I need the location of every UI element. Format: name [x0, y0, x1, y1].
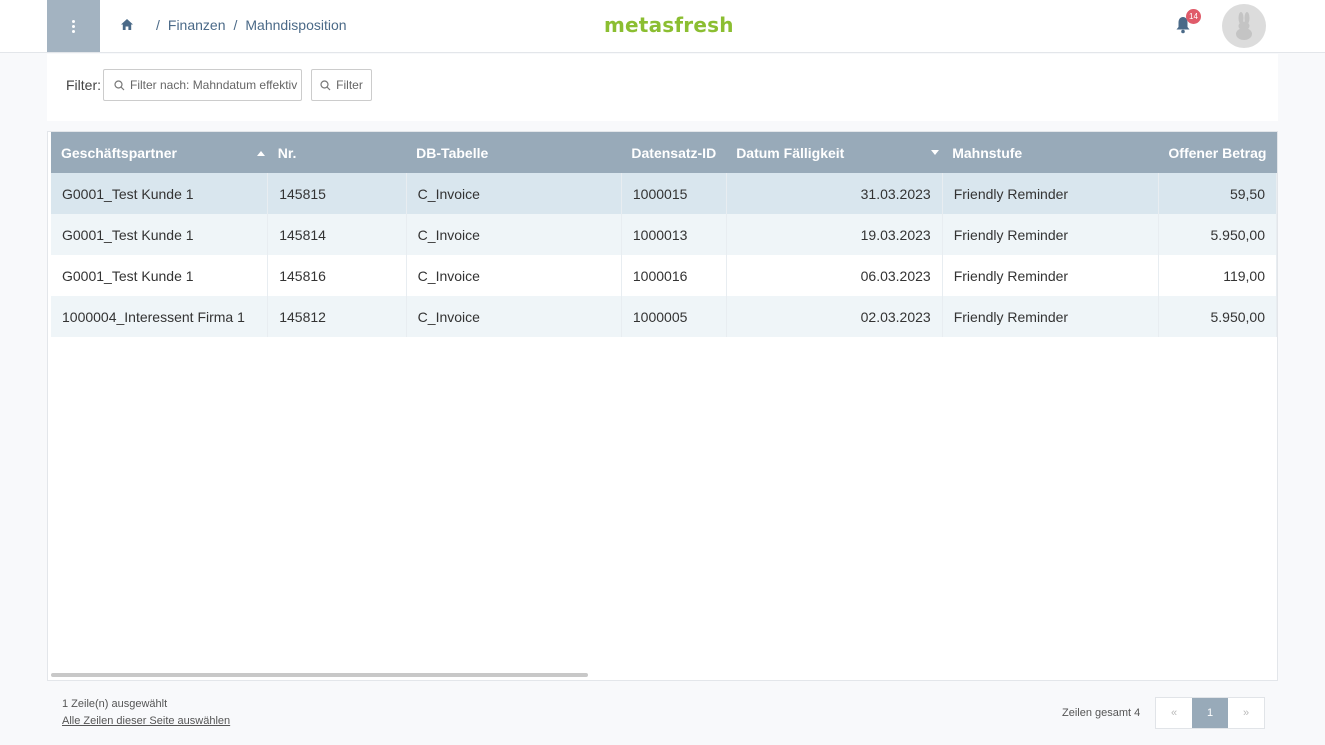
breadcrumb-separator: /	[233, 17, 238, 33]
cell-geschaeftspartner[interactable]: G0001_Test Kunde 1	[51, 173, 269, 214]
cell-db-tabelle[interactable]: C_Invoice	[406, 214, 622, 255]
selection-info: 1 Zeile(n) ausgewählt	[62, 698, 168, 710]
cell-offener-betrag[interactable]: 5.950,00	[1158, 296, 1277, 337]
search-icon	[320, 79, 331, 90]
table-header-row: Geschäftspartner Nr. DB-Tabelle Datensat…	[51, 132, 1277, 173]
home-icon[interactable]	[119, 17, 135, 33]
cell-datensatz-id[interactable]: 1000015	[621, 173, 727, 214]
pagination-page-button[interactable]: 1	[1192, 698, 1228, 728]
data-table-container: Geschäftspartner Nr. DB-Tabelle Datensat…	[47, 131, 1278, 681]
column-header-mahnstufe[interactable]: Mahnstufe	[942, 132, 1159, 173]
column-header-label: DB-Tabelle	[416, 144, 489, 161]
column-header-label: Nr.	[277, 144, 297, 161]
filter-button[interactable]: Filter	[311, 69, 372, 101]
more-vertical-icon	[72, 19, 75, 33]
cell-datensatz-id[interactable]: 1000016	[621, 255, 727, 296]
cell-datum-faelligkeit[interactable]: 31.03.2023	[726, 173, 943, 214]
app-header: / Finanzen / Mahndisposition metasfresh …	[0, 0, 1325, 53]
sort-descending-icon	[931, 150, 940, 155]
horizontal-scrollbar[interactable]	[51, 673, 588, 677]
table-row[interactable]: G0001_Test Kunde 1 145816 C_Invoice 1000…	[51, 255, 1277, 296]
table-row[interactable]: 1000004_Interessent Firma 1 145812 C_Inv…	[51, 296, 1277, 337]
breadcrumb-separator: /	[156, 17, 160, 33]
column-header-label: Mahnstufe	[952, 144, 1023, 161]
rabbit-icon	[1236, 12, 1252, 40]
column-header-label: Offener Betrag	[1168, 144, 1267, 161]
data-table: Geschäftspartner Nr. DB-Tabelle Datensat…	[51, 132, 1277, 337]
cell-mahnstufe[interactable]: Friendly Reminder	[942, 173, 1159, 214]
cell-geschaeftspartner[interactable]: 1000004_Interessent Firma 1	[51, 296, 269, 337]
pagination: « 1 »	[1155, 697, 1265, 729]
column-header-label: Geschäftspartner	[61, 144, 177, 161]
cell-datum-faelligkeit[interactable]: 19.03.2023	[726, 214, 943, 255]
filter-search-placeholder: Filter nach: Mahndatum effektiv	[130, 78, 298, 92]
filter-label: Filter:	[66, 77, 101, 93]
pagination-next-button[interactable]: »	[1228, 698, 1264, 728]
filter-bar: Filter: Filter nach: Mahndatum effektiv …	[47, 54, 1278, 121]
pagination-prev-button[interactable]: «	[1156, 698, 1192, 728]
cell-datum-faelligkeit[interactable]: 02.03.2023	[726, 296, 943, 337]
avatar[interactable]	[1222, 4, 1266, 48]
menu-button[interactable]	[47, 0, 100, 52]
cell-mahnstufe[interactable]: Friendly Reminder	[942, 214, 1159, 255]
column-header-geschaeftspartner[interactable]: Geschäftspartner	[51, 132, 268, 173]
cell-offener-betrag[interactable]: 5.950,00	[1158, 214, 1277, 255]
filter-search-input[interactable]: Filter nach: Mahndatum effektiv	[103, 69, 302, 101]
table-row[interactable]: G0001_Test Kunde 1 145814 C_Invoice 1000…	[51, 214, 1277, 255]
cell-datensatz-id[interactable]: 1000013	[621, 214, 727, 255]
app-logo: metasfresh	[604, 13, 734, 37]
table-row[interactable]: G0001_Test Kunde 1 145815 C_Invoice 1000…	[51, 173, 1277, 214]
column-header-datensatz-id[interactable]: Datensatz-ID	[621, 132, 727, 173]
notification-badge: 14	[1186, 9, 1201, 24]
cell-nr[interactable]: 145815	[267, 173, 407, 214]
sort-ascending-icon	[256, 151, 265, 156]
breadcrumb-item-mahndisposition[interactable]: Mahndisposition	[245, 17, 346, 33]
cell-offener-betrag[interactable]: 59,50	[1158, 173, 1277, 214]
cell-nr[interactable]: 145812	[267, 296, 407, 337]
total-rows: Zeilen gesamt 4	[1062, 707, 1141, 719]
cell-mahnstufe[interactable]: Friendly Reminder	[942, 296, 1159, 337]
breadcrumb: / Finanzen / Mahndisposition	[156, 17, 347, 33]
cell-db-tabelle[interactable]: C_Invoice	[406, 255, 622, 296]
cell-datensatz-id[interactable]: 1000005	[621, 296, 727, 337]
cell-nr[interactable]: 145814	[267, 214, 407, 255]
cell-db-tabelle[interactable]: C_Invoice	[406, 173, 622, 214]
cell-geschaeftspartner[interactable]: G0001_Test Kunde 1	[51, 255, 269, 296]
cell-mahnstufe[interactable]: Friendly Reminder	[942, 255, 1159, 296]
column-header-datum-faelligkeit[interactable]: Datum Fälligkeit	[726, 132, 943, 173]
search-icon	[114, 79, 125, 90]
column-header-db-tabelle[interactable]: DB-Tabelle	[406, 132, 622, 173]
select-all-link[interactable]: Alle Zeilen dieser Seite auswählen	[62, 715, 230, 727]
cell-datum-faelligkeit[interactable]: 06.03.2023	[726, 255, 943, 296]
cell-nr[interactable]: 145816	[267, 255, 407, 296]
filter-button-label: Filter	[336, 78, 363, 92]
column-header-label: Datensatz-ID	[631, 144, 717, 161]
column-header-offener-betrag[interactable]: Offener Betrag	[1158, 132, 1277, 173]
cell-db-tabelle[interactable]: C_Invoice	[406, 296, 622, 337]
cell-offener-betrag[interactable]: 119,00	[1158, 255, 1277, 296]
column-header-nr[interactable]: Nr.	[267, 132, 407, 173]
breadcrumb-item-finanzen[interactable]: Finanzen	[168, 17, 226, 33]
cell-geschaeftspartner[interactable]: G0001_Test Kunde 1	[51, 214, 269, 255]
column-header-label: Datum Fälligkeit	[736, 144, 845, 161]
